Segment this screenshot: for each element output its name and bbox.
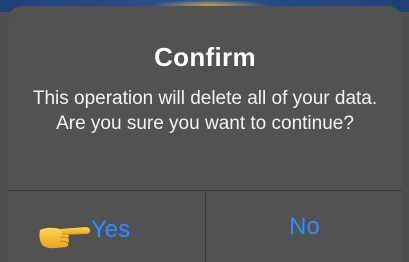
- dialog-message: This operation will delete all of your d…: [32, 88, 378, 134]
- dialog-title: Confirm: [154, 42, 256, 72]
- confirm-dialog: Confirm This operation will delete all o…: [8, 6, 402, 262]
- no-button[interactable]: No: [206, 191, 402, 262]
- yes-button-label: Yes: [91, 216, 131, 243]
- no-button-label: No: [289, 212, 320, 240]
- pointing-hand-icon: [39, 227, 91, 249]
